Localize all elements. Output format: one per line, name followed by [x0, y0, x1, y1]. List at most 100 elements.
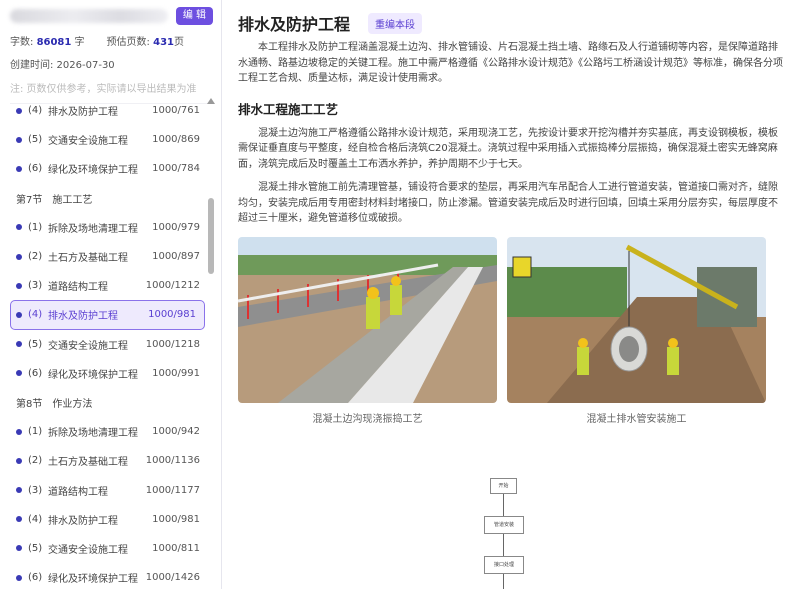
bullet-dot-icon — [16, 253, 22, 260]
toc-item-pages: 1000/1212 — [145, 280, 200, 292]
document-title-blurred — [10, 9, 168, 23]
doc-stats: 字数: 86081 字 预估页数: 431页 — [10, 33, 213, 48]
bullet-dot-icon — [16, 545, 22, 552]
toc-item-number: (3) — [28, 484, 43, 496]
bullet-dot-icon — [16, 457, 22, 464]
toc-item-pages: 1000/981 — [152, 513, 200, 525]
toc-item-number: (4) — [28, 105, 43, 117]
created-time: 创建时间: 2026-07-30 — [10, 60, 115, 71]
toc-item[interactable]: (2) 土石方及基础工程 1000/1136 — [0, 446, 208, 475]
toc-item-pages: 1000/1177 — [145, 484, 200, 496]
page-estimate: 预估页数: 431页 — [106, 37, 184, 48]
bullet-dot-icon — [16, 341, 22, 348]
toc-item[interactable]: (5) 交通安全设施工程 1000/811 — [0, 534, 208, 563]
table-of-contents: (4) 排水及防护工程 1000/761 (5) 交通安全设施工程 1000/869 (6)… — [0, 96, 208, 589]
toc-item-number: (5) — [28, 134, 43, 146]
toc-item-pages: 1000/991 — [152, 367, 200, 379]
toc-item-pages: 1000/981 — [148, 309, 196, 321]
toc-item-pages: 1000/761 — [152, 105, 200, 117]
toc-item[interactable]: (6) 绿化及环境保护工程 1000/1426 — [0, 563, 208, 589]
toc-item-label: 绿化及环境保护工程 — [48, 369, 138, 381]
toc-item-label: 拆除及场地清理工程 — [48, 428, 138, 440]
bullet-dot-icon — [16, 428, 22, 435]
caption-2: 混凝土排水管安装施工 — [586, 413, 687, 425]
intro-paragraph: 本工程排水及防护工程涵盖混凝土边沟、排水管铺设、片石混凝土挡土墙、路缘石及人行道… — [238, 42, 783, 84]
toc-item-pages: 1000/1218 — [145, 338, 200, 350]
toc-item-label: 土石方及基础工程 — [48, 253, 128, 265]
flow-node-2: 管道安装 — [484, 516, 524, 534]
toc-item-label: 道路结构工程 — [48, 486, 108, 498]
photo-pipe-install: 混凝土排水管安装施工 — [507, 236, 766, 425]
sidebar-scrollbar[interactable] — [207, 98, 215, 588]
paragraph-1: 混凝土边沟施工严格遵循公路排水设计规范，采用现浇工艺，先按设计要求开挖沟槽并夯实… — [238, 127, 778, 170]
toc-item[interactable]: (3) 道路结构工程 1000/1177 — [0, 475, 208, 504]
toc-item-label: 排水及防护工程 — [48, 515, 118, 527]
toc-item[interactable]: (6) 绿化及环境保护工程 1000/784 — [0, 154, 208, 183]
toc-item[interactable]: (5) 交通安全设施工程 1000/869 — [0, 125, 208, 154]
toc-item-number: (2) — [28, 455, 43, 467]
toc-item-label: 交通安全设施工程 — [48, 340, 128, 352]
flow-node-3: 接口处理 — [484, 556, 524, 574]
toc-item-pages: 1000/811 — [152, 542, 200, 554]
scroll-thumb[interactable] — [208, 198, 214, 274]
concrete-ditch-image — [238, 236, 497, 403]
caption-1: 混凝土边沟现浇振捣工艺 — [312, 413, 423, 425]
toc-item-number: (6) — [28, 367, 43, 379]
toc-item-label: 绿化及环境保护工程 — [48, 165, 138, 177]
toc-item-number: (5) — [28, 542, 43, 554]
toc-item-label: 道路结构工程 — [48, 282, 108, 294]
edit-button[interactable]: 编 辑 — [175, 7, 213, 25]
toc-item[interactable]: (1) 拆除及场地清理工程 1000/979 — [0, 213, 208, 242]
toc-item-pages: 1000/1426 — [145, 572, 200, 584]
sidebar: 编 辑 字数: 86081 字 预估页数: 431页 创建时间: 2026-07… — [0, 0, 222, 589]
toc-item[interactable]: (4) 排水及防护工程 1000/761 — [0, 96, 208, 125]
toc-item-number: (2) — [28, 251, 43, 263]
toc-item-pages: 1000/1136 — [145, 455, 200, 467]
toc-item[interactable]: (6) 绿化及环境保护工程 1000/991 — [0, 359, 208, 388]
toc-item-label: 排水及防护工程 — [48, 107, 118, 119]
toc-item[interactable]: (4) 排水及防护工程 1000/981 — [0, 505, 208, 534]
toc-item-label: 交通安全设施工程 — [48, 544, 128, 556]
toc-section-label: 第7节 施工工艺 — [16, 194, 93, 206]
paragraph-2: 混凝土排水管施工前先清理管基，铺设符合要求的垫层，再采用汽车吊配合人工进行管道安… — [238, 182, 778, 224]
toc-section-label: 第8节 作业方法 — [16, 398, 93, 410]
bullet-dot-icon — [16, 370, 22, 377]
scroll-up-arrow-icon[interactable] — [207, 98, 215, 104]
page-title: 排水及防护工程 — [238, 15, 351, 34]
bullet-dot-icon — [16, 224, 22, 231]
toc-item[interactable]: (5) 交通安全设施工程 1000/1218 — [0, 330, 208, 359]
section-subtitle: 排水工程施工工艺 — [238, 101, 339, 117]
toc-item[interactable]: (2) 土石方及基础工程 1000/897 — [0, 242, 208, 271]
toc-item-label: 绿化及环境保护工程 — [48, 574, 138, 586]
toc-item-pages: 1000/942 — [152, 426, 200, 438]
toc-item-pages: 1000/979 — [152, 221, 200, 233]
toc-item-number: (3) — [28, 280, 43, 292]
toc-item-number: (1) — [28, 426, 43, 438]
toc-item-number: (6) — [28, 163, 43, 175]
toc-item-pages: 1000/897 — [152, 251, 200, 263]
bullet-dot-icon — [16, 574, 22, 581]
bullet-dot-icon — [16, 136, 22, 143]
pipe-install-image — [507, 236, 766, 403]
toc-item-number: (1) — [28, 221, 43, 233]
toc-item-label: 土石方及基础工程 — [48, 457, 128, 469]
toc-item-label: 拆除及场地清理工程 — [48, 223, 138, 235]
toc-item-number: (6) — [28, 572, 43, 584]
toc-item-pages: 1000/784 — [152, 163, 200, 175]
toc-section-heading: 第8节 作业方法 — [0, 388, 208, 417]
content-area: 排水及防护工程 重编本段 本工程排水及防护工程涵盖混凝土边沟、排水管铺设、片石混… — [222, 0, 800, 589]
toc-section-heading: 第7节 施工工艺 — [0, 184, 208, 213]
toc-item-number: (4) — [28, 513, 43, 525]
photo-concrete-ditch: 混凝土边沟现浇振捣工艺 — [238, 236, 497, 425]
toc-item[interactable]: (1) 拆除及场地清理工程 1000/942 — [0, 417, 208, 446]
bullet-dot-icon — [16, 107, 22, 114]
bullet-dot-icon — [16, 487, 22, 494]
toc-item-active[interactable]: (4) 排水及防护工程 1000/981 — [10, 300, 205, 330]
bullet-dot-icon — [16, 282, 22, 289]
toc-item[interactable]: (3) 道路结构工程 1000/1212 — [0, 271, 208, 300]
word-count: 字数: 86081 字 — [10, 37, 85, 48]
regenerate-section-button[interactable]: 重编本段 — [368, 12, 423, 34]
bullet-dot-icon — [16, 516, 22, 523]
toc-item-number: (5) — [28, 338, 43, 350]
toc-item-number: (4) — [28, 309, 43, 321]
